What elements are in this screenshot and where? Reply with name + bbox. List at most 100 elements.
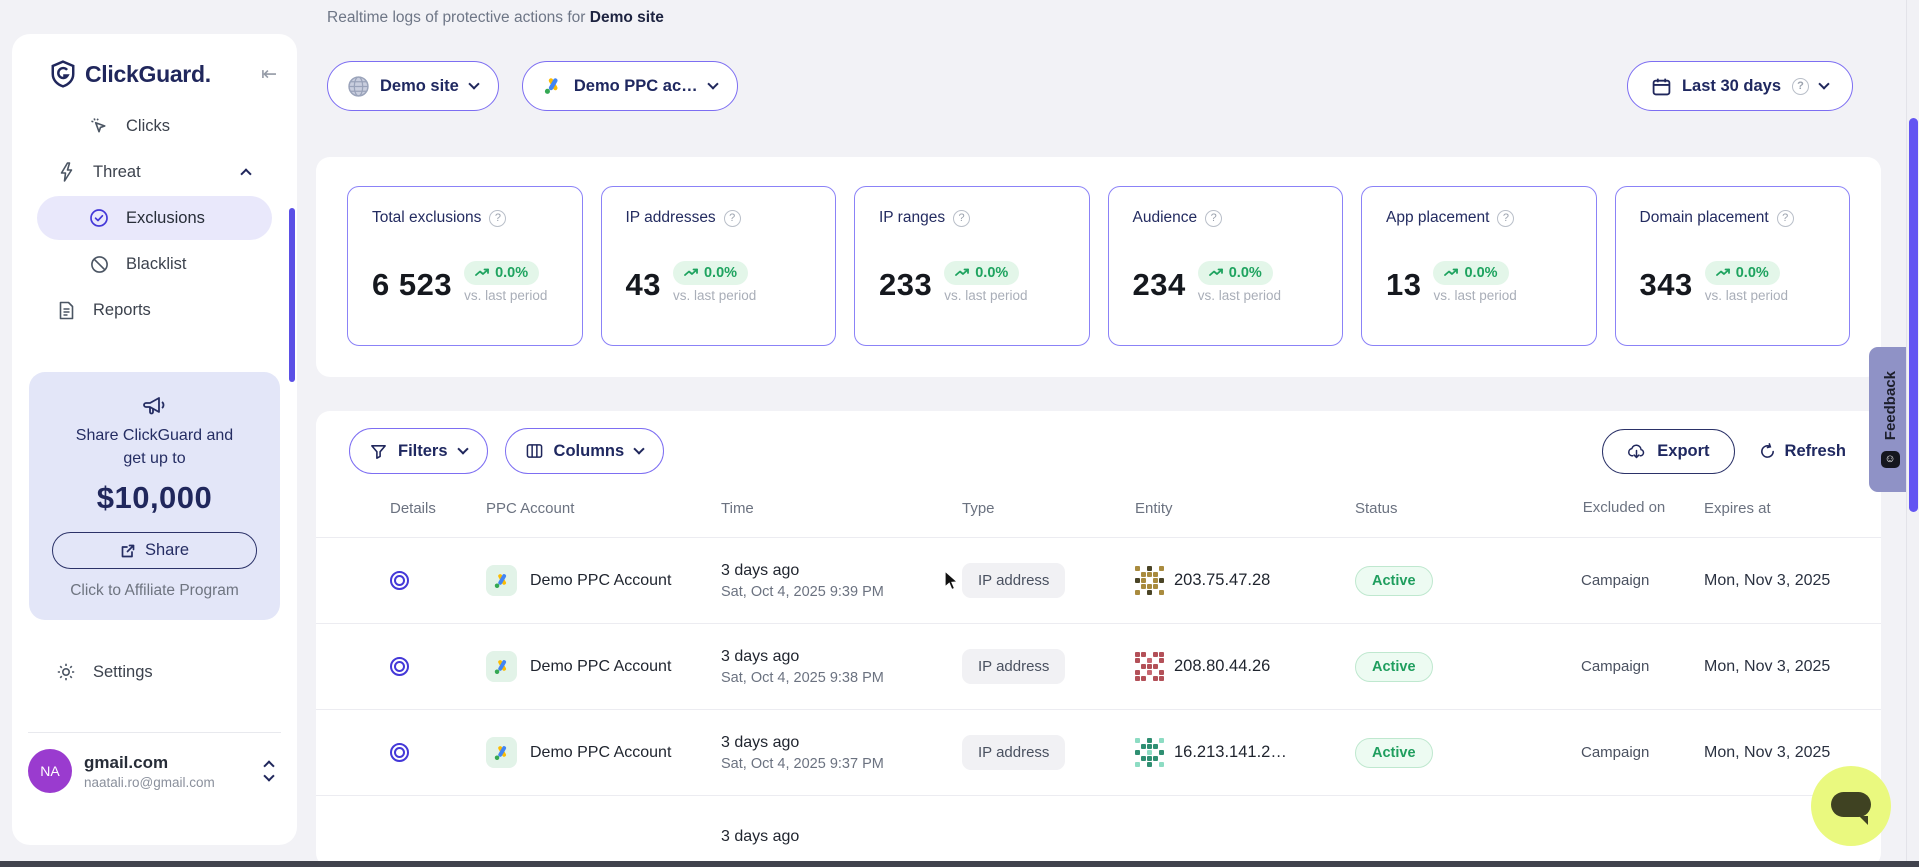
export-button[interactable]: Export <box>1602 429 1734 474</box>
sidebar-scrollbar-thumb[interactable] <box>289 208 295 382</box>
table-toolbar: Filters Columns <box>316 411 1881 474</box>
trend-caption: vs. last period <box>673 288 756 303</box>
affiliate-program-link[interactable]: Click to Affiliate Program <box>43 582 266 600</box>
sidebar-nav: Clicks Threat Exclusions <box>12 104 297 332</box>
column-header-entity[interactable]: Entity <box>1135 500 1355 517</box>
filters-button[interactable]: Filters <box>349 428 488 474</box>
sidebar-item-exclusions[interactable]: Exclusions <box>37 196 272 240</box>
view-details-icon[interactable] <box>390 571 409 590</box>
sidebar-item-clicks[interactable]: Clicks <box>37 104 272 148</box>
trend-badge: 0.0% <box>1705 261 1780 285</box>
stat-ip-addresses: IP addresses? 43 0.0% vs. last period <box>601 186 837 346</box>
time-cell: 3 days ago Sat, Oct 4, 2025 9:39 PM <box>721 562 962 600</box>
expires-at-cell: Mon, Nov 3, 2025 <box>1704 658 1881 676</box>
type-badge: IP address <box>962 563 1065 598</box>
google-ads-icon <box>486 565 517 596</box>
trend-badge: 0.0% <box>1433 261 1508 285</box>
refresh-button[interactable]: Refresh <box>1759 442 1846 461</box>
table-row: Demo PPC Account 3 days ago Sat, Oct 4, … <box>316 710 1881 796</box>
column-header-details[interactable]: Details <box>390 500 486 517</box>
promo-amount: $10,000 <box>43 480 266 516</box>
ppc-account-selector[interactable]: Demo PPC ac… <box>522 61 738 111</box>
gear-icon <box>55 662 77 682</box>
lightning-icon <box>55 162 77 182</box>
stat-domain-placement: Domain placement? 343 0.0% vs. last peri… <box>1615 186 1851 346</box>
trend-badge: 0.0% <box>1198 261 1273 285</box>
sidebar-item-label: Reports <box>93 301 151 320</box>
cloud-download-icon <box>1627 443 1646 460</box>
sidebar-item-threat[interactable]: Threat <box>37 150 272 194</box>
sidebar-item-blacklist[interactable]: Blacklist <box>37 242 272 286</box>
columns-button[interactable]: Columns <box>505 428 665 474</box>
stat-value: 13 <box>1386 267 1421 303</box>
ppc-account-cell: Demo PPC Account <box>486 651 721 682</box>
column-header-excluded-on[interactable]: Excluded on <box>1581 498 1667 518</box>
help-icon: ? <box>1777 210 1794 227</box>
page-scrollbar-thumb[interactable] <box>1909 118 1918 512</box>
column-header-type[interactable]: Type <box>962 500 1135 517</box>
brand-name: ClickGuard. <box>85 61 261 88</box>
chevron-down-icon <box>468 78 479 89</box>
account-switcher-icon[interactable] <box>265 762 277 780</box>
user-account-row[interactable]: NA gmail.com naatali.ro@gmail.com <box>12 733 297 793</box>
clickguard-logo-icon <box>50 60 76 88</box>
entity-cell: 16.213.141.2… <box>1135 738 1355 767</box>
type-badge: IP address <box>962 735 1065 770</box>
entity-identicon <box>1135 652 1164 681</box>
help-icon: ? <box>489 210 506 227</box>
refresh-icon <box>1759 443 1776 460</box>
external-link-icon <box>120 543 136 559</box>
help-icon: ? <box>1205 210 1222 227</box>
sidebar-item-label: Exclusions <box>126 209 205 228</box>
document-icon <box>55 301 77 320</box>
stat-value: 234 <box>1133 267 1186 303</box>
avatar: NA <box>28 749 72 793</box>
ppc-account-cell <box>486 824 721 855</box>
trend-badge: 0.0% <box>944 261 1019 285</box>
feedback-tab[interactable]: Feedback ☺ <box>1869 347 1911 492</box>
cursor-click-icon <box>88 117 110 136</box>
sidebar-collapse-icon[interactable]: ⇤ <box>261 65 277 84</box>
table-row: Demo PPC Account 3 days ago Sat, Oct 4, … <box>316 538 1881 624</box>
status-badge: Active <box>1355 566 1433 596</box>
chat-launcher-button[interactable] <box>1811 766 1891 846</box>
column-header-status[interactable]: Status <box>1355 500 1581 517</box>
excluded-on-cell: Campaign <box>1581 744 1704 761</box>
ppc-account-cell: Demo PPC Account <box>486 737 721 768</box>
chat-bubble-icon <box>1831 792 1871 817</box>
column-header-account[interactable]: PPC Account <box>486 500 721 517</box>
sidebar-item-reports[interactable]: Reports <box>37 288 272 332</box>
status-badge: Active <box>1355 652 1433 682</box>
help-icon: ? <box>953 210 970 227</box>
table-row: 3 days ago <box>316 796 1881 867</box>
date-range-selector[interactable]: Last 30 days ? <box>1627 61 1853 111</box>
google-ads-icon <box>486 737 517 768</box>
page-scrollbar-track[interactable] <box>1906 0 1919 867</box>
view-details-icon[interactable] <box>390 657 409 676</box>
feedback-smiley-icon: ☺ <box>1881 451 1900 468</box>
stat-audience: Audience? 234 0.0% vs. last period <box>1108 186 1344 346</box>
table-header: Details PPC Account Time Type Entity Sta… <box>316 480 1881 538</box>
feedback-label: Feedback <box>1882 371 1899 440</box>
trend-caption: vs. last period <box>944 288 1027 303</box>
stat-app-placement: App placement? 13 0.0% vs. last period <box>1361 186 1597 346</box>
entity-cell: 208.80.44.26 <box>1135 652 1355 681</box>
time-cell: 3 days ago <box>721 828 962 850</box>
view-details-icon[interactable] <box>390 743 409 762</box>
trend-badge: 0.0% <box>464 261 539 285</box>
column-header-expires-at[interactable]: Expires at <box>1704 500 1881 517</box>
ppc-account-selector-value: Demo PPC ac… <box>574 77 698 96</box>
column-header-time[interactable]: Time <box>721 500 962 517</box>
time-cell: 3 days ago Sat, Oct 4, 2025 9:38 PM <box>721 648 962 686</box>
sidebar-item-settings[interactable]: Settings <box>37 650 272 694</box>
site-selector[interactable]: Demo site <box>327 61 499 111</box>
share-button[interactable]: Share <box>52 532 257 569</box>
brand-row: ClickGuard. ⇤ <box>12 34 297 88</box>
trend-badge: 0.0% <box>673 261 748 285</box>
sidebar: ClickGuard. ⇤ Clicks Threat <box>12 34 297 845</box>
trend-caption: vs. last period <box>464 288 547 303</box>
viewport-bottom-edge <box>0 861 1919 867</box>
megaphone-icon <box>43 394 266 418</box>
chevron-down-icon <box>707 78 718 89</box>
user-email: naatali.ro@gmail.com <box>84 775 265 790</box>
